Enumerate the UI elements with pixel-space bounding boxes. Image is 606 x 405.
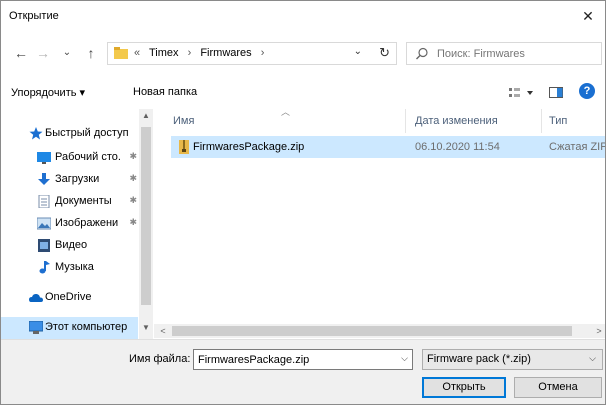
- navigation-pane: Быстрый доступ Рабочий сто. ✱ Загрузки ✱…: [1, 109, 153, 339]
- search-input[interactable]: [437, 46, 597, 62]
- file-row[interactable]: FirmwaresPackage.zip 06.10.2020 11:54 Сж…: [171, 136, 606, 158]
- sidebar-item-pictures[interactable]: Изображени ✱: [1, 213, 139, 235]
- sidebar-item-quick-access[interactable]: Быстрый доступ: [1, 123, 139, 145]
- sidebar-item-label: Музыка: [55, 261, 94, 273]
- recent-locations-icon[interactable]: ⌄: [59, 45, 75, 61]
- filename-combobox[interactable]: ⌵: [193, 349, 413, 370]
- search-box[interactable]: [406, 42, 602, 65]
- search-icon: [416, 47, 428, 60]
- filetype-select[interactable]: Firmware pack (*.zip) ⌵: [422, 349, 603, 370]
- download-icon: [38, 173, 50, 185]
- sort-ascending-icon: ︿: [281, 107, 291, 117]
- pin-icon: ✱: [129, 195, 137, 205]
- sidebar-item-downloads[interactable]: Загрузки ✱: [1, 169, 139, 191]
- documents-icon: [38, 195, 50, 208]
- refresh-icon[interactable]: ↻: [379, 45, 390, 61]
- organize-menu[interactable]: Упорядочить ▾: [11, 86, 85, 99]
- breadcrumb-overflow[interactable]: «: [134, 47, 140, 59]
- address-bar[interactable]: « Timex › Firmwares › ⌄ ↻: [107, 42, 397, 65]
- file-name: FirmwaresPackage.zip: [193, 141, 305, 153]
- filetype-value: Firmware pack (*.zip): [427, 353, 531, 365]
- sidebar-item-this-pc[interactable]: Этот компьютер: [1, 317, 138, 339]
- folder-icon: [114, 47, 128, 59]
- cancel-button[interactable]: Отмена: [514, 377, 602, 398]
- pin-icon: ✱: [129, 151, 137, 161]
- sidebar-item-label: Быстрый доступ: [45, 127, 129, 139]
- footer-area: Имя файла: ⌵ Firmware pack (*.zip) ⌵ Отк…: [1, 339, 605, 404]
- file-type: Сжатая ZIP-: [549, 141, 606, 153]
- star-icon: [29, 127, 43, 140]
- pin-icon: ✱: [129, 217, 137, 227]
- chevron-down-icon[interactable]: ⌵: [589, 353, 596, 364]
- scroll-down-icon[interactable]: ▼: [139, 323, 153, 337]
- sidebar-item-label: Загрузки: [55, 173, 100, 185]
- navigation-row: ← → ⌄ ↑ « Timex › Firmwares › ⌄ ↻: [1, 37, 605, 69]
- chevron-right-icon[interactable]: ›: [261, 47, 265, 59]
- title-bar: Открытие ✕: [1, 1, 605, 31]
- music-icon: [39, 261, 50, 274]
- chevron-down-icon[interactable]: ⌵: [401, 353, 408, 364]
- column-divider: [541, 109, 542, 133]
- open-file-dialog: Открытие ✕ ← → ⌄ ↑ « Timex › Firmwares ›…: [0, 0, 606, 405]
- sidebar-item-label: Этот компьютер: [45, 321, 128, 333]
- scroll-right-icon[interactable]: >: [592, 324, 605, 338]
- zip-file-icon: [179, 140, 189, 154]
- pictures-icon: [37, 217, 51, 230]
- view-options-icon[interactable]: [509, 88, 535, 98]
- scroll-left-icon[interactable]: <: [156, 324, 170, 338]
- close-icon[interactable]: ✕: [577, 5, 599, 27]
- filename-input[interactable]: [198, 352, 388, 368]
- chevron-right-icon[interactable]: ›: [188, 47, 192, 59]
- scrollbar-thumb[interactable]: [141, 127, 151, 305]
- breadcrumb-timex[interactable]: Timex: [149, 47, 179, 59]
- scroll-up-icon[interactable]: ▲: [139, 111, 153, 125]
- computer-icon: [29, 321, 43, 334]
- column-divider: [405, 109, 406, 133]
- sidebar-item-label: Рабочий сто.: [55, 151, 121, 163]
- scrollbar-thumb[interactable]: [172, 326, 572, 336]
- desktop-icon: [37, 152, 51, 164]
- column-name[interactable]: Имя: [173, 115, 194, 127]
- dialog-title: Открытие: [9, 10, 59, 22]
- new-folder-button[interactable]: Новая папка: [133, 86, 197, 98]
- pin-icon: ✱: [129, 173, 137, 183]
- up-arrow-icon[interactable]: ↑: [83, 45, 99, 61]
- sidebar-item-label: Документы: [55, 195, 112, 207]
- forward-arrow-icon[interactable]: →: [35, 45, 51, 61]
- cloud-icon: [29, 293, 43, 302]
- video-icon: [38, 239, 50, 252]
- breadcrumb: « Timex › Firmwares ›: [134, 47, 270, 59]
- column-type[interactable]: Тип: [549, 115, 567, 127]
- sidebar-item-documents[interactable]: Документы ✱: [1, 191, 139, 213]
- chevron-down-icon[interactable]: ⌄: [354, 46, 362, 57]
- sidebar-item-desktop[interactable]: Рабочий сто. ✱: [1, 147, 139, 169]
- open-button[interactable]: Открыть: [422, 377, 506, 398]
- sidebar-item-onedrive[interactable]: OneDrive: [1, 287, 139, 309]
- file-list-header: ︿ Имя Дата изменения Тип: [161, 107, 605, 133]
- column-date[interactable]: Дата изменения: [415, 115, 498, 127]
- navigation-scrollbar[interactable]: ▲ ▼: [139, 109, 153, 339]
- sidebar-item-label: Видео: [55, 239, 88, 251]
- sidebar-item-music[interactable]: Музыка: [1, 257, 139, 279]
- sidebar-item-label: OneDrive: [45, 291, 92, 303]
- file-list-horizontal-scrollbar[interactable]: < >: [154, 324, 605, 338]
- sidebar-item-video[interactable]: Видео: [1, 235, 139, 257]
- preview-pane-icon[interactable]: [549, 87, 563, 98]
- filename-label: Имя файла:: [129, 353, 191, 365]
- back-arrow-icon[interactable]: ←: [13, 45, 29, 61]
- file-date: 06.10.2020 11:54: [415, 141, 500, 153]
- breadcrumb-firmwares[interactable]: Firmwares: [200, 47, 251, 59]
- toolbar: Упорядочить ▾ Новая папка ?: [1, 81, 605, 105]
- help-icon[interactable]: ?: [579, 83, 595, 99]
- sidebar-item-label: Изображени: [55, 217, 119, 229]
